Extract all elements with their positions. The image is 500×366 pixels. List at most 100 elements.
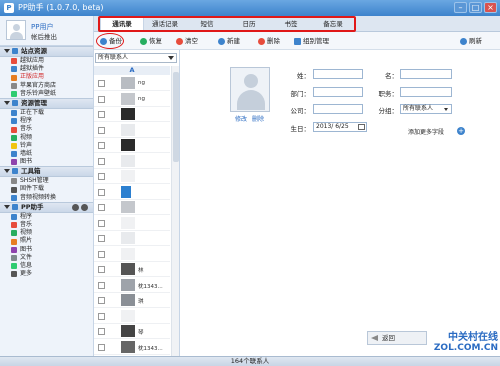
sidebar-item[interactable]: 更多 [0, 270, 93, 278]
tab-item[interactable]: 通讯录 [100, 18, 144, 30]
sidebar-item[interactable]: 音乐 [0, 125, 93, 133]
sidebar-item[interactable]: 程序 [0, 117, 93, 125]
row-checkbox[interactable] [98, 188, 105, 196]
contact-row[interactable] [94, 216, 170, 231]
sidebar-section[interactable]: PP助手 [0, 201, 93, 213]
company-input[interactable] [313, 104, 363, 114]
calendar-icon[interactable] [358, 124, 365, 130]
logout-link[interactable]: 帐后推出 [31, 31, 57, 41]
row-checkbox[interactable] [98, 173, 105, 180]
sidebar-item[interactable]: 图书 [0, 246, 93, 254]
sync-icon[interactable] [72, 203, 79, 211]
sidebar-item[interactable]: 文件 [0, 254, 93, 262]
new-button[interactable]: 新建 [218, 36, 240, 46]
contact-row[interactable] [94, 169, 170, 184]
surname-input[interactable] [313, 69, 363, 79]
chevron-down-icon [168, 56, 174, 60]
row-checkbox[interactable] [98, 343, 105, 351]
sidebar-item[interactable]: 苹果官方商店 [0, 82, 93, 90]
row-checkbox[interactable] [98, 204, 105, 211]
sidebar-section[interactable]: 工具箱 [0, 166, 93, 178]
contact-row[interactable]: 枕1343... [94, 340, 170, 355]
contact-row[interactable] [94, 138, 170, 153]
row-checkbox[interactable] [98, 281, 105, 289]
contact-photo[interactable] [230, 67, 270, 112]
sidebar-item[interactable]: 越狱应用 [0, 57, 93, 65]
sidebar-section[interactable]: 资源管理 [0, 97, 93, 109]
sidebar-item[interactable]: 照片 [0, 237, 93, 245]
contact-row[interactable]: 枕1343... [94, 278, 170, 293]
sidebar-item[interactable]: 音乐铃声壁纸 [0, 90, 93, 98]
edit-photo-link[interactable]: 修改 [235, 114, 247, 123]
contact-row[interactable]: 林 [94, 262, 170, 277]
delete-button[interactable]: 删除 [258, 36, 280, 46]
sidebar-section[interactable]: 站点资源 [0, 46, 93, 57]
restore-button[interactable]: 恢复 [140, 36, 162, 46]
sidebar-item[interactable]: 图书 [0, 158, 93, 166]
tab-item[interactable]: 通话记录 [144, 18, 186, 30]
contact-row[interactable] [94, 107, 170, 122]
sidebar-item[interactable]: 正版应用 [0, 73, 93, 81]
sidebar-item[interactable]: 音频视频转换 [0, 194, 93, 202]
row-checkbox[interactable] [98, 95, 105, 103]
contact-row[interactable] [94, 154, 170, 169]
minimize-button[interactable]: – [454, 2, 467, 13]
tab-item[interactable]: 备忘录 [312, 18, 354, 30]
delete-photo-link[interactable]: 删除 [252, 114, 264, 123]
contact-filter-select[interactable]: 所有联系人 [95, 53, 177, 63]
row-checkbox[interactable] [98, 312, 105, 320]
sidebar-item[interactable]: 视频 [0, 229, 93, 237]
row-checkbox[interactable] [98, 297, 105, 304]
sidebar-item[interactable]: 越狱插件 [0, 65, 93, 73]
sidebar-item[interactable]: 程序 [0, 213, 93, 221]
sidebar-item[interactable]: 墙纸 [0, 150, 93, 158]
sidebar-item[interactable]: 信息 [0, 262, 93, 270]
refresh-button[interactable]: 刷新 [460, 36, 482, 46]
group-manage-button[interactable]: 组别管理 [294, 36, 329, 46]
contact-row[interactable]: ng [94, 92, 170, 107]
row-checkbox[interactable] [98, 266, 105, 273]
birthday-input[interactable]: 2013/ 6/25 [313, 122, 367, 132]
contact-row[interactable] [94, 309, 170, 324]
list-scrollbar[interactable] [171, 66, 179, 356]
contact-row[interactable]: ng [94, 76, 170, 91]
row-checkbox[interactable] [98, 126, 105, 134]
backup-button[interactable]: 备份 [100, 36, 122, 46]
row-checkbox[interactable] [98, 142, 105, 149]
given-name-input[interactable] [400, 69, 452, 79]
sidebar-item[interactable]: 固件下载 [0, 185, 93, 193]
eject-icon[interactable] [81, 203, 88, 211]
contact-row[interactable]: 琴 [94, 324, 170, 339]
contact-row[interactable] [94, 123, 170, 138]
row-checkbox[interactable] [98, 111, 105, 118]
row-checkbox[interactable] [98, 235, 105, 242]
row-checkbox[interactable] [98, 250, 105, 258]
row-checkbox[interactable] [98, 328, 105, 335]
contact-row[interactable] [94, 247, 170, 262]
contact-row[interactable] [94, 231, 170, 246]
tab-item[interactable]: 短信 [186, 18, 228, 30]
return-button[interactable]: 返回 [367, 331, 427, 345]
sidebar-item[interactable]: 正在下载 [0, 109, 93, 117]
tab-item[interactable]: 书签 [270, 18, 312, 30]
plus-icon[interactable]: + [457, 127, 465, 135]
row-checkbox[interactable] [98, 157, 105, 165]
contact-row[interactable] [94, 200, 170, 215]
add-more-fields-label[interactable]: 添加更多字段 [408, 127, 444, 136]
maximize-button[interactable]: □ [469, 2, 482, 13]
group-select[interactable]: 所有联系人 [400, 104, 452, 114]
job-title-input[interactable] [400, 87, 452, 97]
scroll-thumb[interactable] [173, 72, 179, 162]
tab-item[interactable]: 日历 [228, 18, 270, 30]
sidebar-item[interactable]: 视频 [0, 134, 93, 142]
department-input[interactable] [313, 87, 363, 97]
contact-row[interactable]: 琪 [94, 293, 170, 308]
sidebar-item[interactable]: 铃声 [0, 142, 93, 150]
row-checkbox[interactable] [98, 219, 105, 227]
clear-button[interactable]: 清空 [176, 36, 198, 46]
sidebar-item[interactable]: SHSH管理 [0, 177, 93, 185]
close-button[interactable]: × [484, 2, 497, 13]
row-checkbox[interactable] [98, 80, 105, 87]
contact-row[interactable] [94, 185, 170, 200]
sidebar-item[interactable]: 音乐 [0, 221, 93, 229]
